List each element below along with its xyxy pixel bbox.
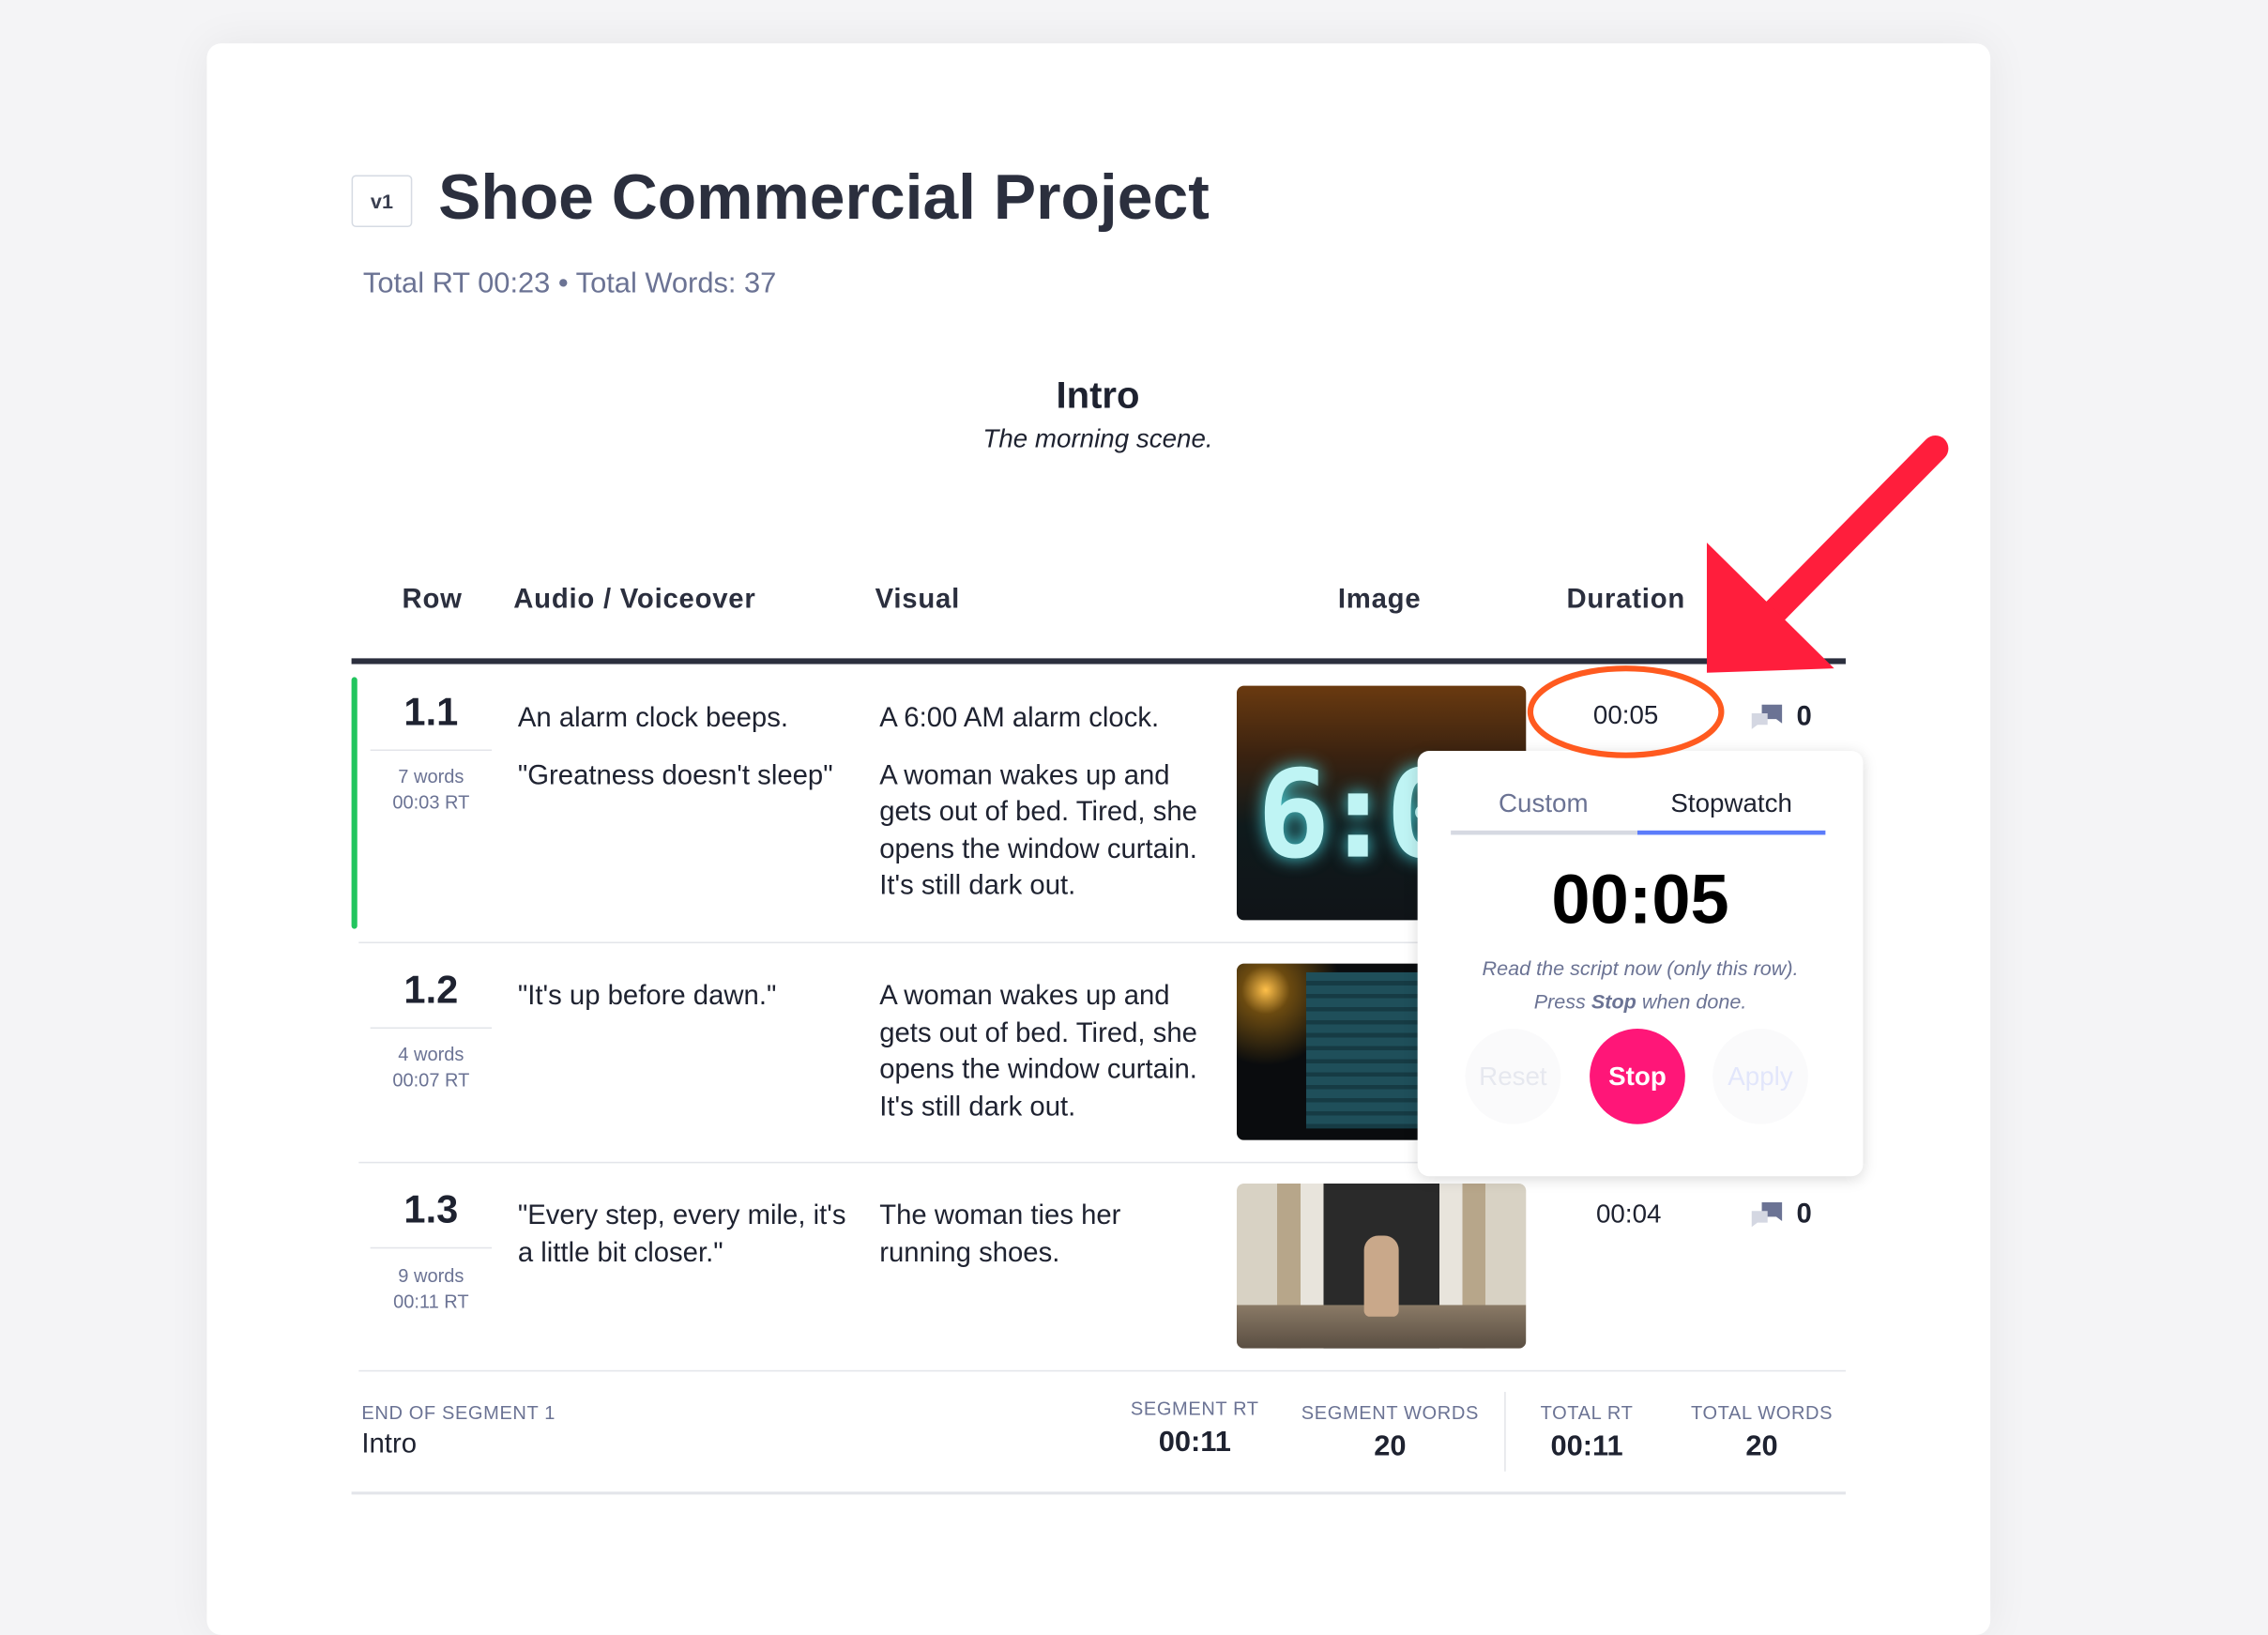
red-arrow-annotation [1706, 435, 1949, 673]
annotation-layer [1527, 435, 1949, 758]
highlight-circle-annotation [1527, 665, 1725, 758]
